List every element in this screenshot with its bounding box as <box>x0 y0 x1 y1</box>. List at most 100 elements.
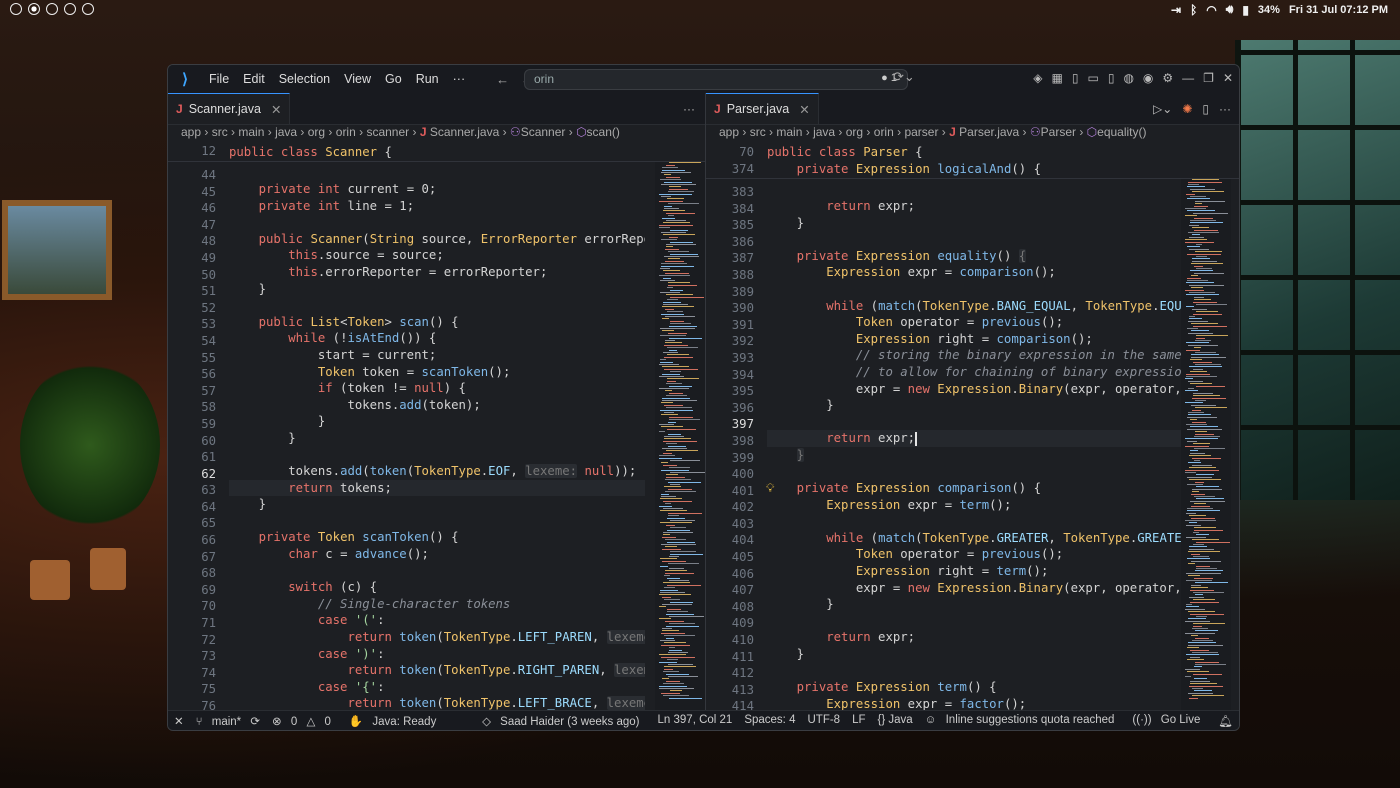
toggle-panel-icon[interactable]: ▭ <box>1087 71 1098 85</box>
left-editor[interactable]: 12 public class Scanner { 44 45 46 47 48 49 50… <box>168 144 705 710</box>
eol[interactable]: LF <box>846 714 871 728</box>
menu-file[interactable]: File <box>202 72 236 86</box>
crumb-segment[interactable]: src <box>212 125 228 139</box>
workspace-dot[interactable] <box>64 3 76 15</box>
workspace-dot-active[interactable] <box>28 3 40 15</box>
workspace-dot[interactable] <box>46 3 58 15</box>
minimap-line <box>1190 426 1218 428</box>
battery-icon[interactable]: ▮ <box>1242 3 1249 17</box>
crumb-segment[interactable]: org <box>846 125 863 139</box>
crumb-segment[interactable]: java <box>813 125 835 139</box>
minimap-line <box>1187 476 1212 478</box>
language-mode[interactable]: {} Java <box>872 714 919 728</box>
branch-indicator[interactable]: ⑂ main* ⟳ <box>190 714 266 728</box>
crumb-class[interactable]: Parser <box>1041 125 1076 139</box>
sticky-scroll[interactable]: 70 374 public class Parser { private Expr… <box>706 144 1239 179</box>
toggle-sidebar-icon[interactable]: ▯ <box>1072 71 1079 85</box>
bluetooth-icon[interactable]: ᛒ <box>1190 3 1197 17</box>
crumb-segment[interactable]: main <box>238 125 264 139</box>
crumb-segment[interactable]: java <box>275 125 297 139</box>
volume-icon[interactable]: 🔊︎ <box>1226 2 1234 17</box>
breadcrumb[interactable]: app › src › main › java › org › orin › p… <box>706 125 1239 144</box>
settings-gear-icon[interactable]: ⚙ <box>1162 71 1173 85</box>
close-window-icon[interactable]: ✕ <box>1223 71 1233 85</box>
crumb-segment[interactable]: parser <box>904 125 938 139</box>
back-arrow-icon[interactable]: ← <box>496 72 509 87</box>
crumb-segment[interactable]: main <box>776 125 802 139</box>
encoding[interactable]: UTF-8 <box>801 714 846 728</box>
menu-selection[interactable]: Selection <box>272 72 337 86</box>
crumb-method[interactable]: scan() <box>587 125 620 139</box>
crumb-method[interactable]: equality() <box>1097 125 1146 139</box>
minimap[interactable] <box>1181 144 1231 710</box>
minimap-line <box>663 270 680 272</box>
go-live-button[interactable]: ((·)) Go Live <box>1126 714 1212 728</box>
breadcrumb[interactable]: app › src › main › java › org › orin › s… <box>168 125 705 144</box>
code-text[interactable]: return expr; } private Expression equali… <box>767 184 1181 710</box>
run-icon[interactable]: ▷⌄ <box>1153 102 1172 116</box>
workspace-dot[interactable] <box>10 3 22 15</box>
crumb-segment[interactable]: app <box>181 125 201 139</box>
crumb-segment[interactable]: app <box>719 125 739 139</box>
minimize-icon[interactable]: — <box>1182 71 1194 85</box>
debug-burst-icon[interactable]: ✺ <box>1182 102 1192 116</box>
workspace-dot[interactable] <box>82 3 94 15</box>
account-icon[interactable]: ◉ <box>1143 71 1153 85</box>
java-status[interactable]: ✋ Java: Ready <box>343 714 448 728</box>
line-number: 65 <box>201 516 216 531</box>
more-actions-icon[interactable]: ··· <box>1219 102 1231 116</box>
notifications-bell-icon[interactable]: 🔔︎ <box>1212 714 1239 728</box>
command-center-search[interactable]: orin ● 1 <box>524 69 908 90</box>
crumb-file[interactable]: Parser.java <box>959 125 1019 139</box>
crumb-file[interactable]: Scanner.java <box>430 125 499 139</box>
restore-icon[interactable]: ❐ <box>1203 71 1214 85</box>
split-editor-icon[interactable]: ▯ <box>1202 102 1209 116</box>
crumb-segment[interactable]: org <box>308 125 325 139</box>
copilot-chat-icon[interactable]: ⟳⌄ <box>893 69 915 85</box>
crumb-segment[interactable]: src <box>750 125 766 139</box>
minimap-line <box>1190 601 1219 603</box>
tab-parser-java[interactable]: J Parser.java ✕ <box>706 93 819 124</box>
crumb-class[interactable]: Scanner <box>521 125 566 139</box>
minimap-line <box>1186 193 1195 195</box>
code-text[interactable]: private int current = 0; private int lin… <box>229 167 645 710</box>
minimap-line <box>668 664 693 665</box>
crumb-segment[interactable]: orin <box>874 125 894 139</box>
toggle-secondary-sidebar-icon[interactable]: ▯ <box>1108 71 1115 85</box>
minimap-line <box>1194 577 1213 579</box>
git-blame[interactable]: ◇ Saad Haider (3 weeks ago) <box>476 714 651 728</box>
line-number: 385 <box>731 218 754 233</box>
sticky-scroll[interactable]: 12 public class Scanner { <box>168 144 705 162</box>
menu-go[interactable]: Go <box>378 72 409 86</box>
line-number: 54 <box>201 333 216 348</box>
close-tab-icon[interactable]: ✕ <box>799 102 809 117</box>
layout-customize-icon[interactable]: ▦ <box>1052 71 1063 85</box>
minimap[interactable] <box>655 144 705 710</box>
remote-icon[interactable]: ✕ <box>168 714 190 728</box>
crumb-segment[interactable]: scanner <box>366 125 409 139</box>
indentation[interactable]: Spaces: 4 <box>738 714 801 728</box>
crumb-segment[interactable]: orin <box>336 125 356 139</box>
minimap-line <box>670 371 681 373</box>
globe-icon[interactable]: ◍ <box>1123 71 1133 85</box>
minimap-line <box>1185 289 1204 291</box>
workspace-indicator[interactable] <box>10 3 94 15</box>
problems-indicator[interactable]: ⊗ 0 △ 0 <box>266 714 343 728</box>
menu-view[interactable]: View <box>337 72 378 86</box>
menu-edit[interactable]: Edit <box>236 72 272 86</box>
copilot-status[interactable]: ☺ Inline suggestions quota reached <box>919 714 1127 728</box>
minimap-line <box>669 392 683 394</box>
wifi-icon[interactable]: ◠ <box>1206 3 1216 17</box>
minimap-line <box>1191 287 1203 289</box>
menu-more[interactable]: ··· <box>446 72 473 86</box>
minimap-line <box>1194 678 1207 680</box>
cursor-position[interactable]: Ln 397, Col 21 <box>652 714 739 728</box>
close-tab-icon[interactable]: ✕ <box>271 102 281 117</box>
clock[interactable]: Fri 31 Jul 07:12 PM <box>1289 4 1388 16</box>
more-actions-icon[interactable]: ··· <box>683 102 695 116</box>
menu-run[interactable]: Run <box>409 72 446 86</box>
tab-scanner-java[interactable]: J Scanner.java ✕ <box>168 93 291 124</box>
right-editor[interactable]: 70 374 public class Parser { private Expr… <box>706 144 1239 710</box>
logout-icon[interactable]: ⇥ <box>1171 3 1181 17</box>
extension-icon[interactable]: ◈ <box>1033 71 1042 85</box>
